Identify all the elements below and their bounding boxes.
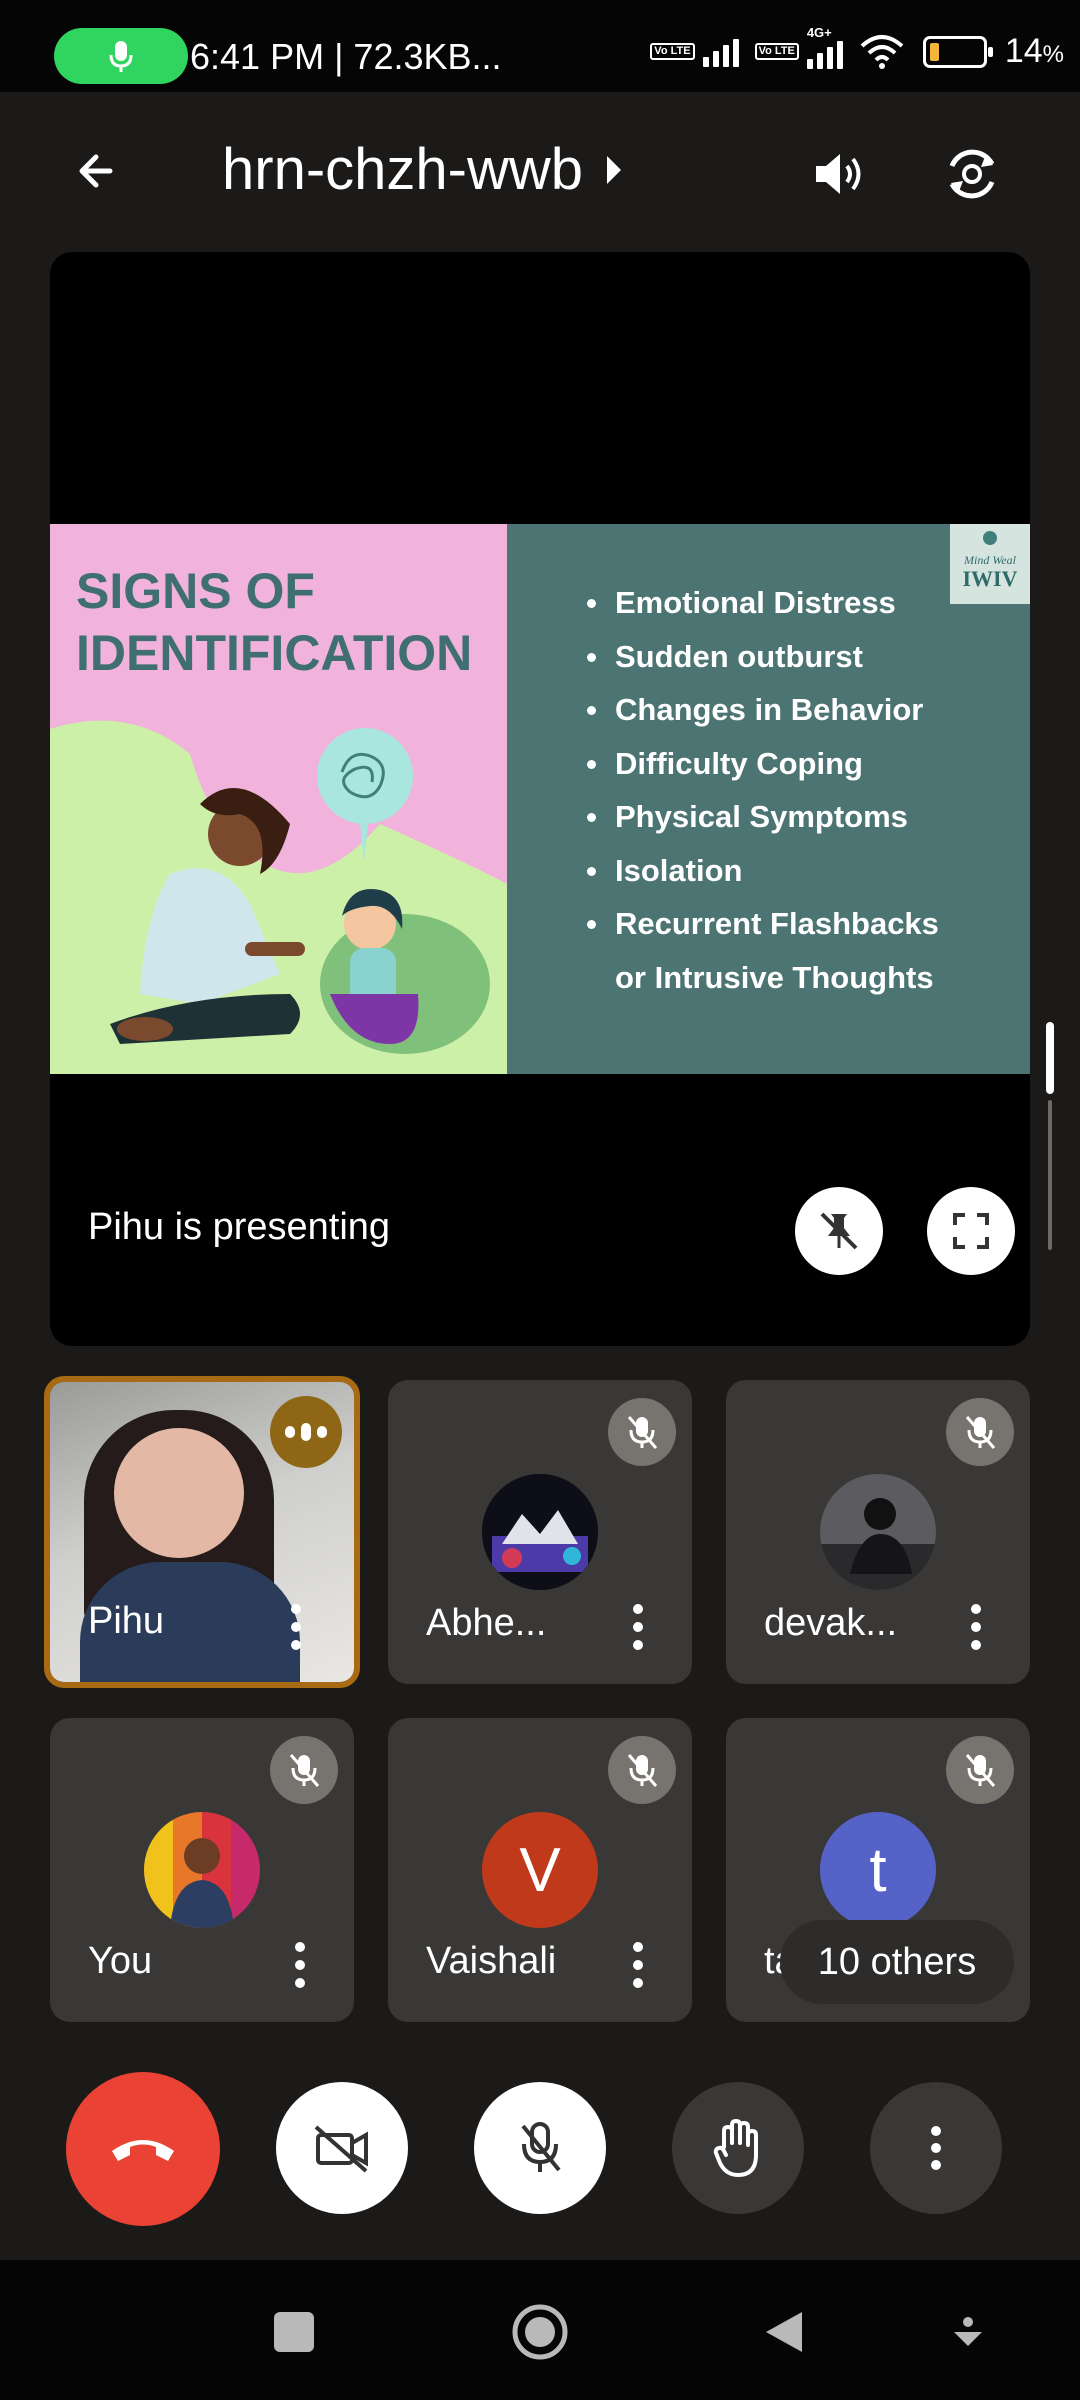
slide-right-panel: Emotional Distress Sudden outburst Chang… [507,524,1030,1074]
mic-off-icon [521,2122,561,2172]
participant-tile-you[interactable]: You [50,1718,354,2022]
camera-toggle-button[interactable] [276,2082,408,2214]
participant-tile-devak[interactable]: devak... [726,1380,1030,1684]
unpin-icon [820,1212,858,1250]
svg-text:IWIV: IWIV [962,566,1017,591]
mic-off-icon [946,1736,1014,1804]
slide-bullet: Recurrent Flashbacks [587,897,939,951]
slide-bullet-list: Emotional Distress Sudden outburst Chang… [587,576,939,1004]
others-count-chip[interactable]: 10 others [780,1920,1014,2004]
home-button[interactable] [510,2302,570,2362]
raise-hand-button[interactable] [672,2082,804,2214]
presentation-slide: SIGNS OF IDENTIFICATION Emotional Distre… [50,524,1030,1074]
more-options-icon[interactable] [632,1942,644,1988]
avatar [482,1474,598,1590]
slide-left-panel: SIGNS OF IDENTIFICATION [50,524,507,1074]
participant-name: Vaishali [426,1940,557,1982]
back-arrow-icon[interactable] [64,136,134,206]
camera-off-icon [314,2125,368,2173]
more-options-icon[interactable] [970,1604,982,1650]
speaking-indicator-icon [270,1396,342,1468]
recents-button[interactable] [274,2312,314,2352]
back-nav-button[interactable] [762,2308,806,2356]
more-options-button[interactable] [870,2082,1002,2214]
unpin-button[interactable] [795,1187,883,1275]
participant-name: You [88,1940,153,1982]
slide-bullet: Sudden outburst [587,630,939,684]
wifi-icon [860,34,904,69]
mic-toggle-button[interactable] [474,2082,606,2214]
network-type-label: 4G+ [806,24,832,40]
more-options-icon[interactable] [632,1604,644,1650]
slide-bullet: Isolation [587,844,939,898]
presentation-panel[interactable]: SIGNS OF IDENTIFICATION Emotional Distre… [50,252,1030,1346]
speaker-icon[interactable] [808,144,868,204]
participant-tile-abhe[interactable]: Abhe... [388,1380,692,1684]
participant-name: devak... [764,1602,898,1644]
volte-badge: Vo LTE [650,43,695,60]
avatar [144,1812,260,1928]
microphone-icon [109,41,133,72]
slide-bullet: Difficulty Coping [587,737,939,791]
scroll-indicator[interactable] [1044,1022,1054,1252]
fullscreen-button[interactable] [927,1187,1015,1275]
hang-up-icon [112,2140,174,2161]
mic-off-icon [946,1398,1014,1466]
signal-icon [702,37,739,67]
hide-nav-icon[interactable] [950,2314,986,2350]
slide-illustration [50,720,507,1074]
battery-percent: 14% [1004,32,1064,70]
signal-4g-icon: 4G+ [806,25,851,69]
more-vert-icon [931,2126,941,2170]
hand-icon [713,2119,758,2177]
mic-active-indicator[interactable] [54,28,188,84]
presenter-label: Pihu is presenting [88,1206,391,1248]
mind-weal-logo: Mind Weal IWIV [950,524,1030,604]
meeting-code[interactable]: hrn-chzh-wwb [222,136,621,203]
svg-text:Mind Weal: Mind Weal [963,553,1017,567]
meeting-code-text: hrn-chzh-wwb [222,137,583,202]
slide-bullet: Emotional Distress [587,576,939,630]
participant-tile-pihu[interactable]: Pihu [44,1376,360,1688]
volte-badge-2: Vo LTE [754,43,799,60]
mic-off-icon [608,1736,676,1804]
avatar-initial: t [820,1812,936,1928]
system-nav-bar [0,2260,1080,2400]
status-icons: Vo LTE Vo LTE 4G+ 14% [650,25,1064,71]
slide-bullet-continuation: or Intrusive Thoughts [615,959,934,995]
fullscreen-icon [953,1213,989,1249]
call-controls [0,2060,1080,2226]
mic-off-icon [608,1398,676,1466]
status-time-speed: 6:41 PM | 72.3KB... [190,36,502,77]
end-call-button[interactable] [66,2072,220,2226]
participant-tile-vaishali[interactable]: V Vaishali [388,1718,692,2022]
slide-bullet: Physical Symptoms [587,790,939,844]
avatar [820,1474,936,1590]
battery-icon [922,35,993,68]
switch-camera-icon[interactable] [940,142,1004,206]
status-bar: 6:41 PM | 72.3KB... Vo LTE Vo LTE 4G+ 14… [0,0,1080,92]
more-options-icon[interactable] [290,1604,302,1650]
avatar-initial: V [482,1812,598,1928]
participant-name: Pihu [88,1600,165,1642]
meeting-header: hrn-chzh-wwb [0,92,1080,252]
slide-bullet: Changes in Behavior [587,683,939,737]
participant-name: Abhe... [426,1602,547,1644]
more-options-icon[interactable] [294,1942,306,1988]
mic-off-icon [270,1736,338,1804]
caret-right-icon [607,155,621,184]
